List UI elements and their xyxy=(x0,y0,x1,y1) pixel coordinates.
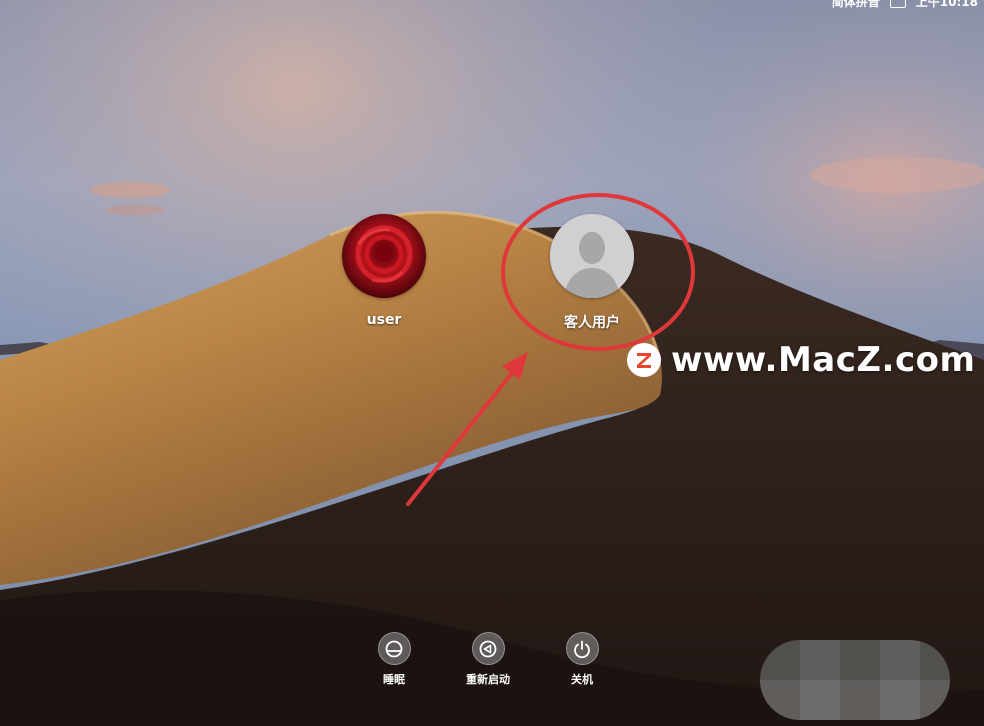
shutdown-button[interactable]: 关机 xyxy=(542,632,622,687)
watermark: www.MacZ.com xyxy=(627,340,975,380)
restart-button[interactable]: 重新启动 xyxy=(448,632,528,687)
watermark-text: www.MacZ.com xyxy=(671,340,976,380)
shutdown-label: 关机 xyxy=(571,673,593,686)
restart-icon[interactable] xyxy=(471,632,505,665)
sleep-label: 睡眠 xyxy=(383,673,405,686)
redacted-area xyxy=(760,640,950,720)
power-icon[interactable] xyxy=(565,632,599,665)
sleep-button[interactable]: 睡眠 xyxy=(354,632,434,687)
restart-label: 重新启动 xyxy=(466,673,510,686)
macz-logo-icon xyxy=(627,343,661,377)
sleep-icon[interactable] xyxy=(377,632,411,665)
